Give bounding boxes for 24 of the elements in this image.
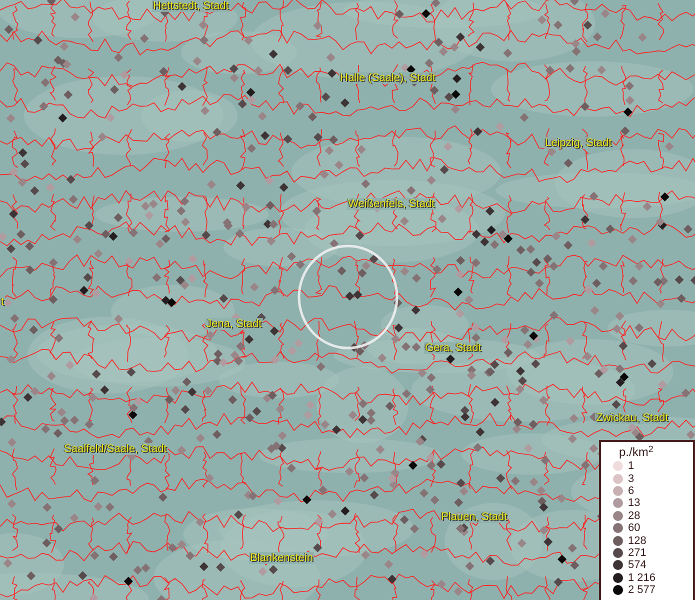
place-label: Plauen, Stadt — [440, 511, 508, 523]
legend-label: 574 — [628, 559, 646, 572]
place-label: Halle (Saale), Stadt — [339, 72, 436, 84]
legend-label: 2 577 — [628, 584, 656, 596]
place-label: Zwickau, Stadt — [595, 412, 670, 424]
legend-title: p./km$^{2}$ — [619, 444, 654, 460]
legend-label: 3 — [628, 472, 634, 485]
map-drawing[interactable] — [0, 0, 695, 600]
legend-label: 128 — [628, 534, 646, 547]
place-label: t — [0, 296, 6, 308]
place-label: Leipzig, Stadt — [544, 137, 613, 149]
legend-label: 60 — [628, 522, 640, 534]
legend-label: 6 — [628, 484, 634, 497]
place-label: Hettstedt, Stadt — [152, 0, 230, 12]
place-label: Gera, Stadt — [424, 342, 482, 354]
place-label: Weißenfels, Stadt — [347, 198, 436, 210]
legend-label: 1 216 — [628, 572, 656, 584]
legend-label: 28 — [628, 510, 640, 522]
place-label: Saalfeld/Saale, Stadt — [63, 443, 168, 455]
legend-label: 13 — [628, 497, 640, 510]
place-label: Blankenstein — [249, 552, 314, 564]
place-label: Jena, Stadt — [205, 318, 263, 330]
legend-label: 271 — [628, 546, 646, 559]
legend-label: 1 — [628, 460, 634, 472]
